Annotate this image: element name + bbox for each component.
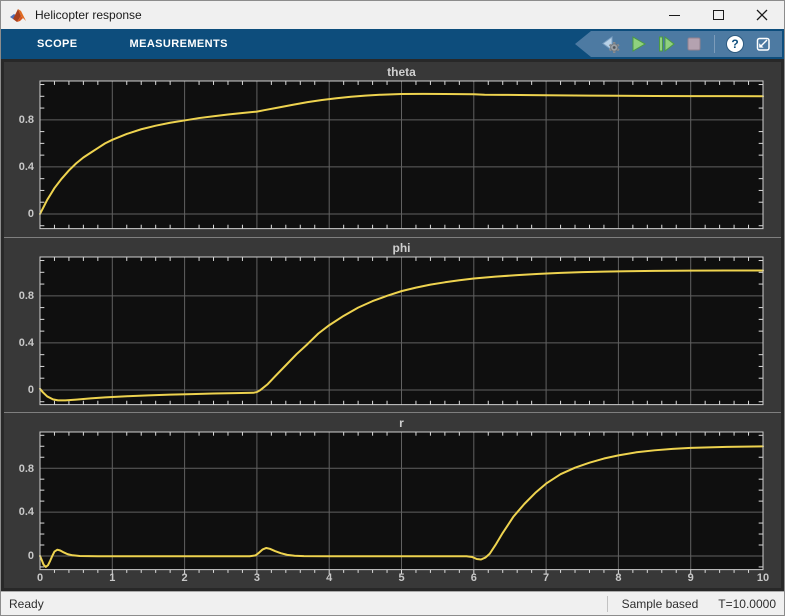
plot-title-phi: phi [40,240,763,257]
y-tick-label: 0.8 [19,114,34,126]
help-button[interactable]: ? [724,33,746,55]
window-title: Helicopter response [35,8,652,22]
y-tick-label: 0.4 [19,161,34,173]
x-tick-label: 9 [688,572,694,584]
plot-title-theta: theta [40,64,763,81]
plot-canvas-theta[interactable] [40,81,763,229]
toolbar-separator [714,35,715,53]
close-button[interactable] [740,1,784,29]
x-tick-label: 7 [543,572,549,584]
y-tick-label: 0.4 [19,337,34,349]
x-tick-label: 8 [615,572,621,584]
statusbar: Ready Sample based T=10.0000 [1,591,784,615]
minimize-button[interactable] [652,1,696,29]
help-icon: ? [726,35,744,53]
maximize-icon [713,10,724,20]
display-phi: phi 0 0.4 0.8 [4,237,781,413]
status-ready: Ready [1,597,607,611]
tab-measurements[interactable]: MEASUREMENTS [126,29,232,59]
x-tick-label: 4 [326,572,332,584]
display-theta: theta 0 0.4 0.8 [4,62,781,237]
y-axis-labels-phi: 0 0.4 0.8 [4,257,40,405]
undock-button[interactable] [752,33,774,55]
scope-canvas: theta 0 0.4 0.8 phi 0 0.4 0.8 r 0 0.4 0.8 0 1 2 3… [1,59,784,591]
toolstrip: SCOPE MEASUREMENTS [1,29,784,59]
stop-icon [683,33,705,55]
y-axis-labels-theta: 0 0.4 0.8 [4,81,40,229]
x-tick-label: 5 [398,572,404,584]
undock-icon [753,34,773,54]
y-tick-label: 0 [28,384,34,396]
run-icon [627,33,649,55]
minimize-icon [669,15,680,16]
x-tick-label: 6 [471,572,477,584]
y-axis-labels-r: 0 0.4 0.8 [4,432,40,570]
tab-scope[interactable]: SCOPE [33,29,82,59]
step-forward-button[interactable] [655,33,677,55]
plot-title-r: r [40,415,763,432]
matlab-logo-icon [9,7,27,23]
y-tick-label: 0.8 [19,290,34,302]
plot-canvas-phi[interactable] [40,257,763,405]
y-tick-label: 0 [28,208,34,220]
titlebar: Helicopter response [1,1,784,29]
step-back-settings-button[interactable] [599,33,621,55]
scope-window: Helicopter response SCOPE MEASUREMENTS [0,0,785,616]
step-back-gear-icon [599,33,621,55]
display-r: r 0 0.4 0.8 0 1 2 3 4 5 6 7 8 9 10 [4,412,781,588]
status-sample-mode: Sample based [608,597,713,611]
plot-canvas-r[interactable] [40,432,763,570]
maximize-button[interactable] [696,1,740,29]
run-button[interactable] [627,33,649,55]
step-forward-icon [655,33,677,55]
x-tick-label: 1 [109,572,115,584]
x-axis-labels: 012345678910 [40,570,763,586]
simulate-icon-panel: ? [575,31,782,57]
close-icon [756,9,768,21]
x-tick-label: 3 [254,572,260,584]
stop-button[interactable] [683,33,705,55]
y-tick-label: 0.4 [19,506,34,518]
x-tick-label: 2 [182,572,188,584]
status-sim-time: T=10.0000 [712,597,784,611]
x-tick-label: 0 [37,572,43,584]
y-tick-label: 0.8 [19,463,34,475]
y-tick-label: 0 [28,550,34,562]
x-tick-label: 10 [757,572,769,584]
